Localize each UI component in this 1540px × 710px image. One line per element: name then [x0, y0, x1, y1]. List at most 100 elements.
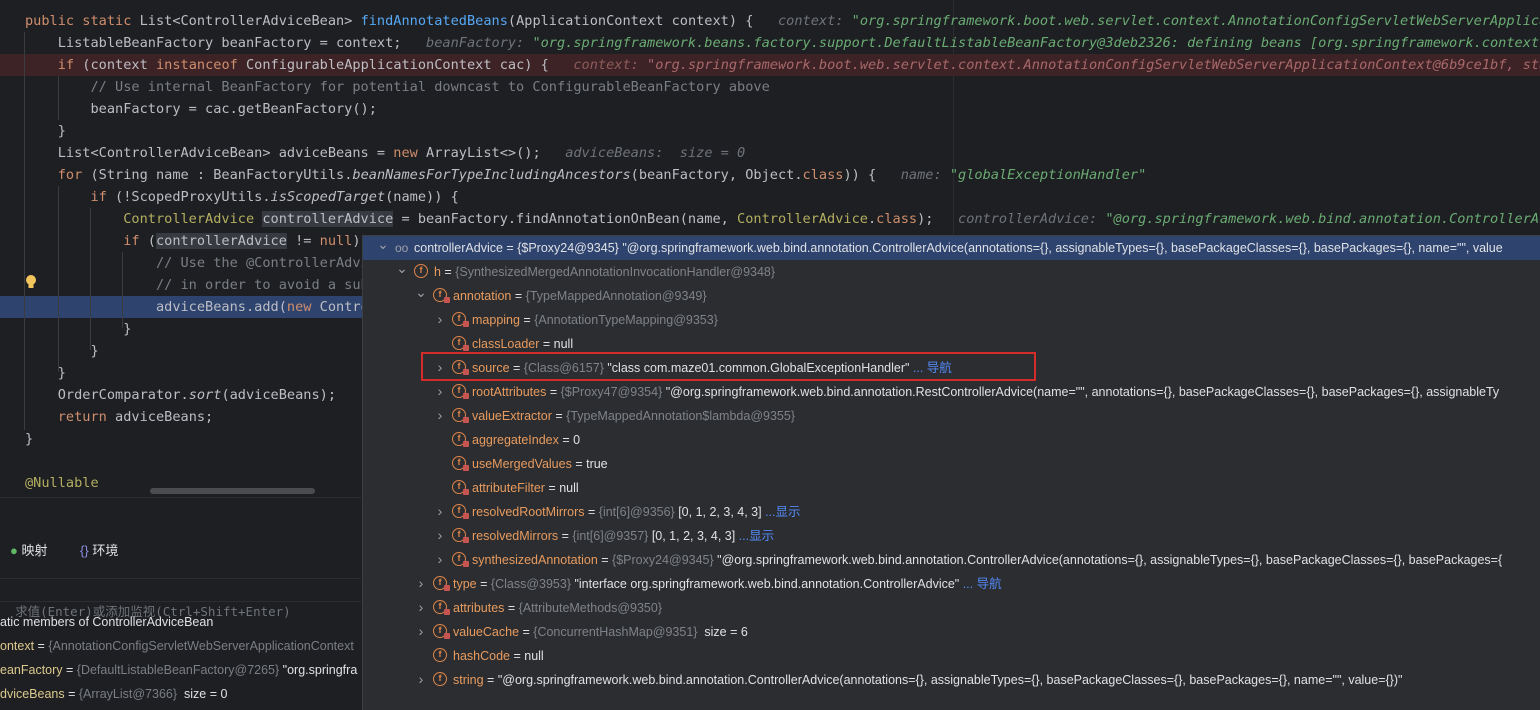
code-line: beanFactory = cac.getBeanFactory(); — [0, 98, 1540, 120]
code-token: // Use the @ControllerAdvi — [25, 255, 369, 271]
variable-value: "org.springfra — [279, 663, 358, 677]
equals-sign: = — [558, 529, 573, 543]
field-link[interactable]: ... 导航 — [959, 577, 1002, 591]
code-token: new — [286, 299, 320, 315]
field-value: null — [559, 481, 579, 495]
tree-node-synthesizedannotation[interactable]: › f synthesizedAnnotation = {$Proxy24@9345… — [363, 548, 1540, 572]
equals-sign: = — [558, 433, 574, 447]
chevron-right-icon[interactable]: › — [434, 308, 446, 332]
tree-node-string[interactable]: › f string = "@org.springframework.web.bin… — [363, 668, 1540, 692]
lightbulb-icon[interactable] — [24, 274, 38, 290]
variable-row[interactable]: eanFactory = {DefaultListableBeanFactory… — [0, 658, 361, 682]
horizontal-scrollbar[interactable] — [150, 488, 315, 494]
code-token: controllerAdvice — [262, 211, 394, 227]
chevron-right-icon[interactable]: › — [434, 548, 446, 572]
equals-sign: = — [476, 577, 491, 591]
field-icon: f — [452, 384, 469, 399]
tree-node-usemergedvalues[interactable]: f useMergedValues = true — [363, 452, 1540, 476]
tree-node-mapping[interactable]: › f mapping = {AnnotationTypeMapping@9353} — [363, 308, 1540, 332]
field-icon: f — [452, 432, 469, 447]
tree-node-type[interactable]: › f type = {Class@3953} "interface org.spr… — [363, 572, 1540, 596]
field-link[interactable]: ...显示 — [762, 505, 800, 519]
tree-node-h[interactable]: ⌄ f h = {SynthesizedMergedAnnotationInvoca… — [363, 260, 1540, 284]
inline-value-hint: beanFactory: — [426, 35, 533, 51]
tree-node-annotation[interactable]: ⌄ f annotation = {TypeMappedAnnotation@934… — [363, 284, 1540, 308]
variable-row[interactable]: dviceBeans = {ArrayList@7366} size = 0 — [0, 682, 361, 706]
field-value: null — [553, 337, 574, 351]
inspect-value-popup[interactable]: ⌄ oo controllerAdvice = {$Proxy24@9345} "@… — [362, 235, 1540, 710]
tree-node-controlleradvice[interactable]: ⌄ oo controllerAdvice = {$Proxy24@9345} "@… — [363, 236, 1540, 260]
variable-ref: {AnnotationConfigServletWebServerApplica… — [48, 639, 354, 653]
code-token: class — [802, 167, 844, 183]
code-line: for (String name : BeanFactoryUtils.bean… — [0, 164, 1540, 186]
field-ref: {Class@3953} — [490, 577, 575, 591]
equals-sign: = — [584, 505, 599, 519]
code-token: (name)) { — [385, 189, 459, 205]
evaluate-expression-input[interactable]: 求值(Enter)或添加监视(Ctrl+Shift+Enter) — [0, 578, 361, 619]
code-token: (String name : BeanFactoryUtils. — [90, 167, 353, 183]
tree-node-resolvedmirrors[interactable]: › f resolvedMirrors = {int[6]@9357} [0, 1,… — [363, 524, 1540, 548]
field-icon: f — [433, 624, 450, 639]
field-name: controllerAdvice — [414, 241, 503, 255]
code-token: ArrayList<>(); — [426, 145, 566, 161]
field-ref: {int[6]@9356} — [598, 505, 679, 519]
field-value: null — [524, 649, 544, 663]
inline-value-hint: "globalExceptionHandler" — [949, 167, 1147, 183]
field-value: "@org.springframework.web.bind.annotatio… — [622, 241, 1503, 255]
chevron-right-icon[interactable]: › — [434, 380, 446, 404]
tab-mapping-label: 映射 — [21, 543, 48, 558]
chevron-down-icon[interactable]: ⌄ — [396, 260, 408, 284]
code-token: = beanFactory.findAnnotationOnBean(name, — [393, 211, 738, 227]
tree-node-hashcode[interactable]: f hashCode = null — [363, 644, 1540, 668]
tab-mapping[interactable]: ● 映射 — [10, 540, 48, 559]
variable-name: ontext — [0, 639, 35, 653]
tree-node-valuecache[interactable]: › f valueCache = {ConcurrentHashMap@9351} … — [363, 620, 1540, 644]
code-token: } — [25, 431, 34, 447]
tree-node-text: string = "@org.springframework.web.bind.… — [453, 668, 1402, 692]
indent-guide — [122, 252, 123, 328]
tree-node-resolvedrootmirrors[interactable]: › f resolvedRootMirrors = {int[6]@9356} [0… — [363, 500, 1540, 524]
field-ref: {AnnotationTypeMapping@9353} — [534, 313, 722, 327]
tree-node-text: valueCache = {ConcurrentHashMap@9351} si… — [453, 620, 748, 644]
chevron-right-icon[interactable]: › — [415, 620, 427, 644]
chevron-right-icon[interactable]: › — [434, 524, 446, 548]
code-line: ListableBeanFactory beanFactory = contex… — [0, 32, 1540, 54]
field-name: annotation — [453, 289, 512, 303]
chevron-down-icon[interactable]: ⌄ — [415, 284, 427, 308]
tree-node-attributes[interactable]: › f attributes = {AttributeMethods@9350} — [363, 596, 1540, 620]
code-token: adviceBeans; — [115, 409, 214, 425]
code-token: class — [876, 211, 918, 227]
chevron-right-icon[interactable]: › — [415, 572, 427, 596]
tree-node-text: rootAttributes = {$Proxy47@9354} "@org.s… — [472, 380, 1499, 404]
chevron-down-icon[interactable]: ⌄ — [377, 236, 389, 260]
inline-value-hint: name: — [900, 167, 950, 183]
code-token: // Use internal BeanFactory for potentia… — [25, 79, 770, 95]
inline-value-hint: "org.springframework.beans.factory.suppo… — [532, 35, 1540, 51]
tree-node-aggregateindex[interactable]: f aggregateIndex = 0 — [363, 428, 1540, 452]
tab-environment[interactable]: {} 环境 — [80, 540, 118, 559]
field-name: synthesizedAnnotation — [472, 553, 598, 567]
chevron-right-icon[interactable]: › — [434, 500, 446, 524]
tree-node-attributefilter[interactable]: f attributeFilter = null — [363, 476, 1540, 500]
tree-node-valueextractor[interactable]: › f valueExtractor = {TypeMappedAnnotation… — [363, 404, 1540, 428]
chevron-right-icon[interactable]: › — [415, 596, 427, 620]
inline-value-hint: context: — [777, 13, 852, 29]
field-name: attributeFilter — [472, 481, 545, 495]
tree-node-rootattributes[interactable]: › f rootAttributes = {$Proxy47@9354} "@org… — [363, 380, 1540, 404]
tree-node-text: attributes = {AttributeMethods@9350} — [453, 596, 666, 620]
code-token: ) — [352, 233, 361, 249]
field-link[interactable]: ...显示 — [735, 529, 774, 543]
code-token: for — [25, 167, 91, 183]
variable-row[interactable]: ontext = {AnnotationConfigServletWebServ… — [0, 634, 361, 658]
equals-sign: = — [62, 663, 77, 677]
code-token: ConfigurableApplicationContext cac) { — [246, 57, 574, 73]
field-ref: {ConcurrentHashMap@9351} — [533, 625, 701, 639]
code-token: sort — [188, 387, 222, 403]
chevron-right-icon[interactable]: › — [415, 668, 427, 692]
code-token: (adviceBeans); — [221, 387, 337, 403]
chevron-right-icon[interactable]: › — [434, 404, 446, 428]
field-value: size = 6 — [700, 625, 748, 639]
variable-row[interactable]: atic members of ControllerAdviceBean — [0, 610, 361, 634]
equals-sign: = — [597, 553, 613, 567]
inline-value-hint: "org.springframework.boot.web.servlet.co… — [851, 13, 1540, 29]
